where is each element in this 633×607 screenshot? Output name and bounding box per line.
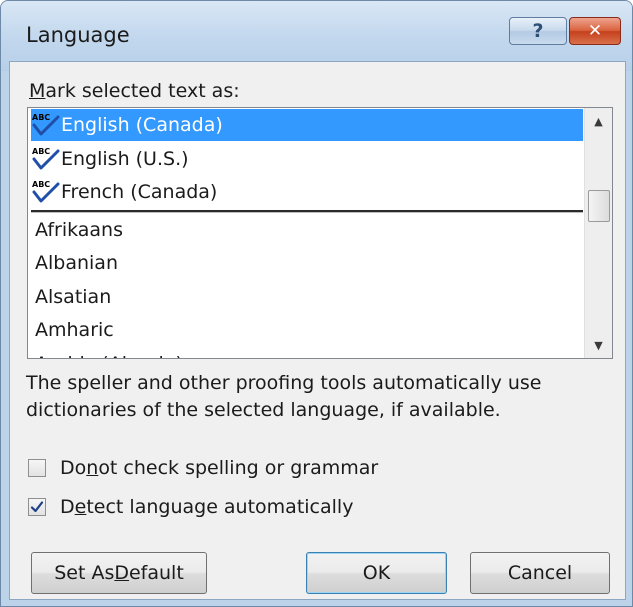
language-dialog: Language ? ✕ Mark selected text as: ABC E… [0, 0, 633, 607]
spellcheck-icon: ABC [32, 147, 60, 169]
help-button[interactable]: ? [509, 17, 567, 45]
spellcheck-icon: ABC [32, 180, 60, 203]
close-icon: ✕ [587, 21, 603, 41]
language-name: Alsatian [35, 285, 112, 308]
set-as-default-button[interactable]: Set As Default [31, 552, 207, 594]
mark-text-label-accesskey: M [29, 80, 46, 102]
language-listbox[interactable]: ABC English (Canada) ABC English (U.S.) ABC F… [27, 107, 613, 359]
detect-language-label-text-rest: tect language automatically [86, 496, 354, 518]
no-check-label-accesskey: n [86, 457, 99, 479]
dialog-body: Mark selected text as: ABC English (Canad… [9, 61, 626, 600]
window-title: Language [26, 23, 130, 47]
help-icon: ? [532, 20, 544, 42]
language-name: English (U.S.) [61, 147, 189, 170]
no-check-label-text-rest: ot check spelling or grammar [98, 457, 379, 479]
scroll-up-arrow-icon[interactable]: ▲ [585, 108, 612, 134]
set-as-default-label-text-rest: efault [128, 562, 184, 584]
ok-button[interactable]: OK [306, 552, 447, 594]
close-button[interactable]: ✕ [569, 17, 621, 45]
language-name: Arabic (Algeria) [35, 353, 183, 359]
proofing-description: The speller and other proofing tools aut… [26, 372, 542, 421]
language-list-item[interactable]: Alsatian [31, 281, 583, 313]
no-check-label[interactable]: Do n ot check spelling or grammar [60, 455, 378, 481]
svg-text:ABC: ABC [32, 147, 50, 156]
scroll-down-arrow-icon[interactable]: ▼ [585, 332, 612, 358]
scrollbar-thumb[interactable] [588, 190, 610, 222]
language-name: Amharic [35, 319, 114, 341]
detect-language-label-text: D [60, 496, 75, 518]
language-list-item[interactable]: Afrikaans [31, 214, 583, 246]
language-name: Afrikaans [35, 218, 123, 241]
spellcheck-icon: ABC [32, 113, 60, 136]
mark-text-label-rest: ark selected text as: [45, 80, 240, 102]
checkmark-icon [30, 501, 44, 513]
language-list-item[interactable]: Albanian [31, 247, 583, 279]
language-list-item[interactable]: Amharic [31, 314, 583, 346]
listbox-scrollbar[interactable]: ▲ ▼ [584, 108, 612, 358]
svg-text:ABC: ABC [32, 180, 50, 189]
no-check-label-text: Do [60, 457, 87, 479]
cancel-button[interactable]: Cancel [470, 552, 610, 594]
language-list-item[interactable]: ABC English (Canada) [31, 109, 583, 141]
language-list-item[interactable]: ABC English (U.S.) [31, 143, 583, 175]
language-name: English (Canada) [61, 114, 223, 136]
language-name: Albanian [35, 252, 118, 274]
detect-language-label[interactable]: De tect language automatically [60, 494, 353, 520]
language-name: French (Canada) [61, 181, 218, 203]
mark-text-label: Mark selected text as: [29, 80, 240, 102]
set-as-default-label-text: Set As [54, 562, 115, 584]
svg-text:ABC: ABC [32, 113, 50, 122]
language-list-item[interactable]: Arabic (Algeria) [31, 348, 583, 359]
detect-language-checkbox[interactable] [28, 498, 46, 516]
set-as-default-label-accesskey: D [114, 562, 129, 584]
language-list-item[interactable]: ABC French (Canada) [31, 176, 583, 208]
no-check-checkbox[interactable] [28, 459, 46, 477]
detect-language-label-accesskey: e [74, 496, 87, 518]
